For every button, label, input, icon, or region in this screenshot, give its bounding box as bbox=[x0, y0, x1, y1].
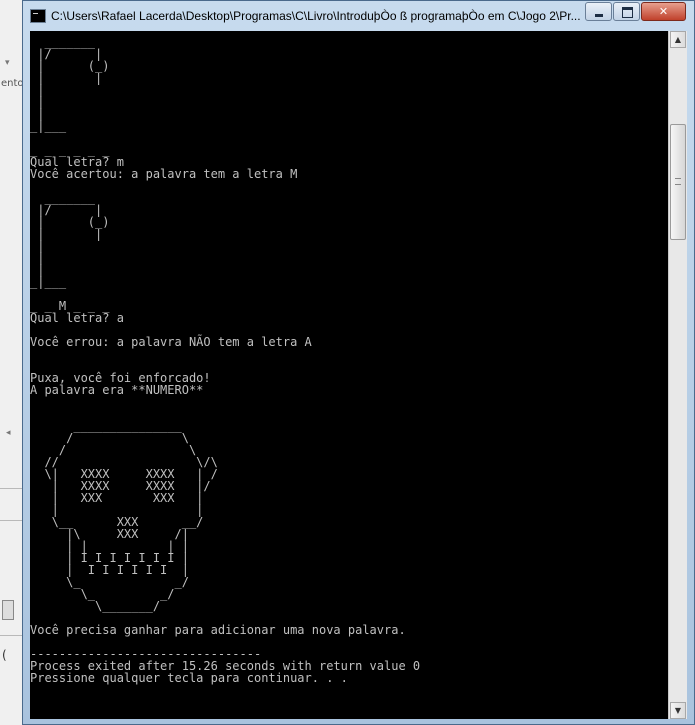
maximize-button[interactable] bbox=[613, 2, 640, 21]
divider bbox=[0, 635, 22, 636]
scroll-thumb[interactable] bbox=[670, 124, 686, 240]
console-output-area[interactable]: _______ |/ | | (_) | | | | | _|___ _ _ _… bbox=[30, 31, 668, 719]
scroll-down-button[interactable]: ▼ bbox=[670, 702, 686, 719]
chevron-left-icon: ◂ bbox=[6, 428, 11, 438]
title-bar[interactable]: C:\Users\Rafael Lacerda\Desktop\Programa… bbox=[23, 1, 694, 31]
scroll-thumb[interactable] bbox=[2, 600, 14, 620]
dropdown-arrow-icon: ▾ bbox=[5, 58, 10, 68]
minimize-button[interactable] bbox=[585, 2, 612, 21]
scroll-up-button[interactable]: ▲ bbox=[670, 31, 686, 48]
divider bbox=[0, 488, 22, 489]
background-app-text: ( bbox=[2, 648, 7, 662]
window-title: C:\Users\Rafael Lacerda\Desktop\Programa… bbox=[51, 9, 581, 23]
vertical-scrollbar[interactable]: ▲ ▼ bbox=[668, 31, 687, 719]
console-text: _______ |/ | | (_) | | | | | _|___ _ _ _… bbox=[30, 35, 421, 685]
background-app-window: ▾ ento ◂ ( bbox=[0, 0, 24, 725]
console-app-icon[interactable] bbox=[30, 9, 46, 23]
divider bbox=[0, 520, 22, 521]
console-window: C:\Users\Rafael Lacerda\Desktop\Programa… bbox=[22, 0, 695, 725]
close-button[interactable]: ✕ bbox=[641, 2, 686, 21]
background-app-label: ento bbox=[1, 78, 24, 89]
